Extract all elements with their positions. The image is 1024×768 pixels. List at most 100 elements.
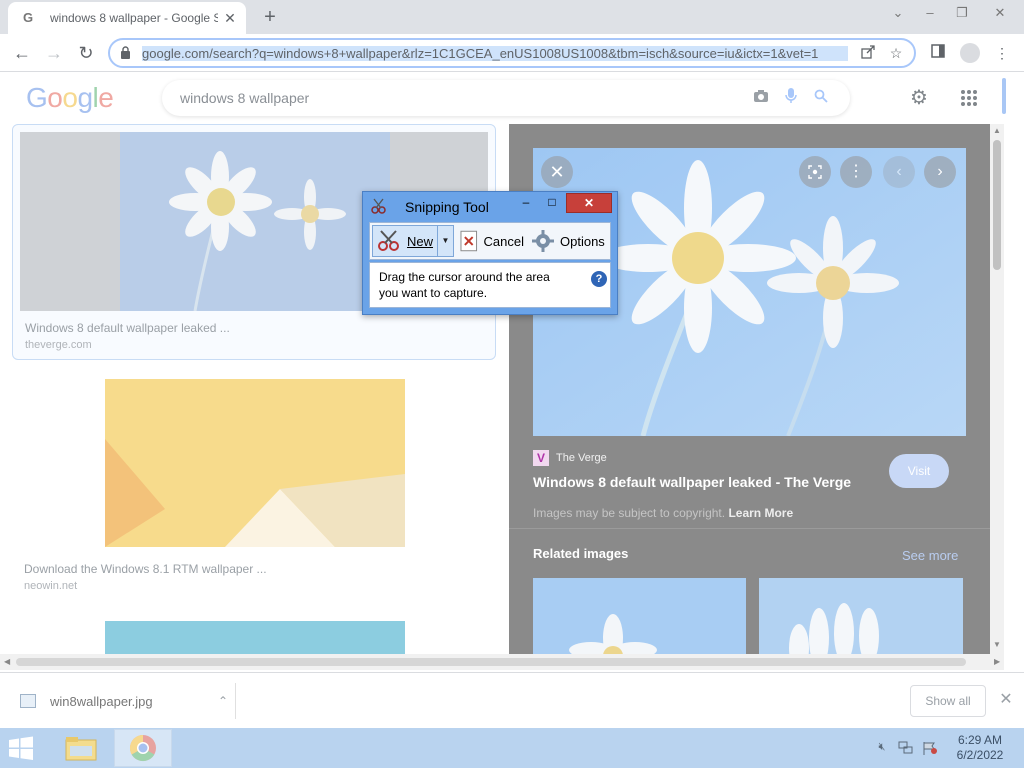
scroll-left-arrow[interactable]: ◀ <box>4 657 10 666</box>
result-title[interactable]: Download the Windows 8.1 RTM wallpaper .… <box>24 562 267 576</box>
snipping-tool-toolbar: New ▼ Cancel Options <box>369 222 611 260</box>
result-thumbnail[interactable] <box>105 621 405 654</box>
preview-title[interactable]: Windows 8 default wallpaper leaked - The… <box>533 474 851 490</box>
result-site[interactable]: neowin.net <box>24 580 77 592</box>
start-button[interactable] <box>6 736 40 760</box>
related-image[interactable] <box>759 578 963 654</box>
result-thumbnail[interactable] <box>105 379 405 547</box>
profile-avatar[interactable] <box>960 43 980 63</box>
show-all-button[interactable]: Show all <box>910 685 986 717</box>
snip-close-button[interactable]: ✕ <box>566 193 612 213</box>
snipping-tool-titlebar[interactable]: Snipping Tool ‒ □ ✕ <box>363 192 617 220</box>
caret-up-icon[interactable]: ⌃ <box>211 694 235 708</box>
page-edge <box>1004 72 1024 670</box>
horizontal-scrollbar[interactable]: ◀ ▶ <box>0 654 1004 670</box>
tab-title: windows 8 wallpaper - Google Search <box>50 11 218 25</box>
result-site[interactable]: theverge.com <box>25 339 92 351</box>
google-logo[interactable]: Google <box>26 82 114 114</box>
download-shelf: win8wallpaper.jpg ⌃ Show all ✕ <box>0 672 1024 728</box>
search-icon[interactable] <box>806 89 836 107</box>
new-tab-button[interactable]: + <box>258 5 282 29</box>
share-icon[interactable] <box>860 44 876 62</box>
logo-letter: o <box>62 82 78 113</box>
google-header: Google windows 8 wallpaper ⚙ <box>0 72 1004 124</box>
settings-gear-icon[interactable]: ⚙ <box>906 85 932 111</box>
scroll-down-arrow[interactable]: ▼ <box>993 640 1001 649</box>
vertical-scrollbar[interactable]: ▲ ▼ <box>990 124 1004 654</box>
microphone-icon[interactable] <box>776 88 806 108</box>
logo-letter: e <box>98 82 114 113</box>
folder-icon <box>65 737 97 761</box>
search-input[interactable]: windows 8 wallpaper <box>180 90 746 106</box>
source-row[interactable]: V The Verge <box>533 450 607 466</box>
apps-grid-icon[interactable] <box>956 85 982 111</box>
cancel-button[interactable]: Cancel <box>458 225 524 257</box>
next-icon[interactable]: › <box>924 156 956 188</box>
tab-search-chevron-icon[interactable]: ⌄ <box>882 0 914 26</box>
result-title[interactable]: Windows 8 default wallpaper leaked ... <box>25 321 230 335</box>
download-item[interactable]: win8wallpaper.jpg ⌃ <box>12 683 236 719</box>
visit-button[interactable]: Visit <box>889 454 949 488</box>
related-images-heading: Related images <box>533 546 629 561</box>
forward-button[interactable]: → <box>42 41 66 65</box>
new-snip-label: New <box>407 233 434 249</box>
scissors-app-icon <box>371 198 387 214</box>
shelf-close-icon[interactable]: ✕ <box>996 689 1016 709</box>
cancel-document-icon <box>460 230 478 252</box>
camera-icon[interactable] <box>746 89 776 107</box>
new-snip-button[interactable]: New <box>372 225 438 257</box>
side-panel-icon[interactable] <box>928 43 948 63</box>
help-icon[interactable]: ? <box>591 271 607 287</box>
related-image[interactable] <box>533 578 746 654</box>
volume-muted-icon[interactable]: 🔇︎ <box>874 741 890 755</box>
tab-close-icon[interactable]: ✕ <box>222 10 238 26</box>
network-icon[interactable] <box>898 741 914 755</box>
restore-button[interactable]: ❐ <box>946 0 978 26</box>
chrome-taskbar[interactable] <box>114 729 172 767</box>
previous-icon[interactable]: ‹ <box>883 156 915 188</box>
snipping-tool-message-area: Drag the cursor around the area you want… <box>369 262 611 308</box>
browser-tab[interactable]: G windows 8 wallpaper - Google Search ✕ <box>8 2 246 34</box>
snip-instructions: Drag the cursor around the area you want… <box>379 270 550 300</box>
window-close-button[interactable]: ✕ <box>982 0 1018 26</box>
logo-letter: g <box>77 82 93 113</box>
search-box[interactable]: windows 8 wallpaper <box>162 80 850 116</box>
source-name[interactable]: The Verge <box>556 452 607 464</box>
scroll-thumb[interactable] <box>16 658 966 666</box>
snip-mode-dropdown[interactable]: ▼ <box>438 225 454 257</box>
url-text[interactable]: google.com/search?q=windows+8+wallpaper&… <box>142 45 848 61</box>
sidebar-handle[interactable] <box>1002 78 1006 114</box>
logo-letter: o <box>47 82 63 113</box>
reload-button[interactable]: ↻ <box>74 41 98 65</box>
close-preview-icon[interactable]: ✕ <box>541 156 573 188</box>
action-center-flag-icon[interactable] <box>922 741 938 755</box>
scroll-thumb[interactable] <box>993 140 1001 270</box>
address-bar[interactable]: google.com/search?q=windows+8+wallpaper&… <box>108 38 916 68</box>
snip-minimize-button[interactable]: ‒ <box>513 194 539 212</box>
lens-search-icon[interactable] <box>799 156 831 188</box>
learn-more-link[interactable]: Learn More <box>728 506 793 520</box>
options-label: Options <box>560 233 605 249</box>
see-more-link[interactable]: See more <box>902 548 958 563</box>
tab-strip: G windows 8 wallpaper - Google Search ✕ … <box>0 0 1024 34</box>
back-button[interactable]: ← <box>10 41 34 65</box>
result-card[interactable] <box>12 614 496 654</box>
cancel-label: Cancel <box>483 233 524 249</box>
file-explorer-taskbar[interactable] <box>52 729 110 767</box>
menu-kebab-icon[interactable]: ⋮ <box>992 43 1012 63</box>
scroll-up-arrow[interactable]: ▲ <box>993 126 1001 135</box>
bookmark-star-icon[interactable]: ☆ <box>888 45 904 62</box>
copyright-notice: Images may be subject to copyright. Lear… <box>533 506 793 520</box>
options-button[interactable]: Options <box>532 225 610 257</box>
more-options-icon[interactable]: ⋮ <box>840 156 872 188</box>
divider <box>509 528 990 529</box>
lock-icon <box>120 46 132 60</box>
google-favicon-icon: G <box>22 10 34 25</box>
browser-toolbar: ← → ↻ google.com/search?q=windows+8+wall… <box>0 34 1024 72</box>
minimize-button[interactable]: ‒ <box>914 0 946 26</box>
result-card[interactable]: Download the Windows 8.1 RTM wallpaper .… <box>12 372 496 602</box>
snip-maximize-button[interactable]: □ <box>539 194 565 212</box>
download-file-name[interactable]: win8wallpaper.jpg <box>50 694 211 709</box>
scroll-right-arrow[interactable]: ▶ <box>994 657 1000 666</box>
system-clock[interactable]: 6:29 AM 6/2/2022 <box>948 733 1012 763</box>
